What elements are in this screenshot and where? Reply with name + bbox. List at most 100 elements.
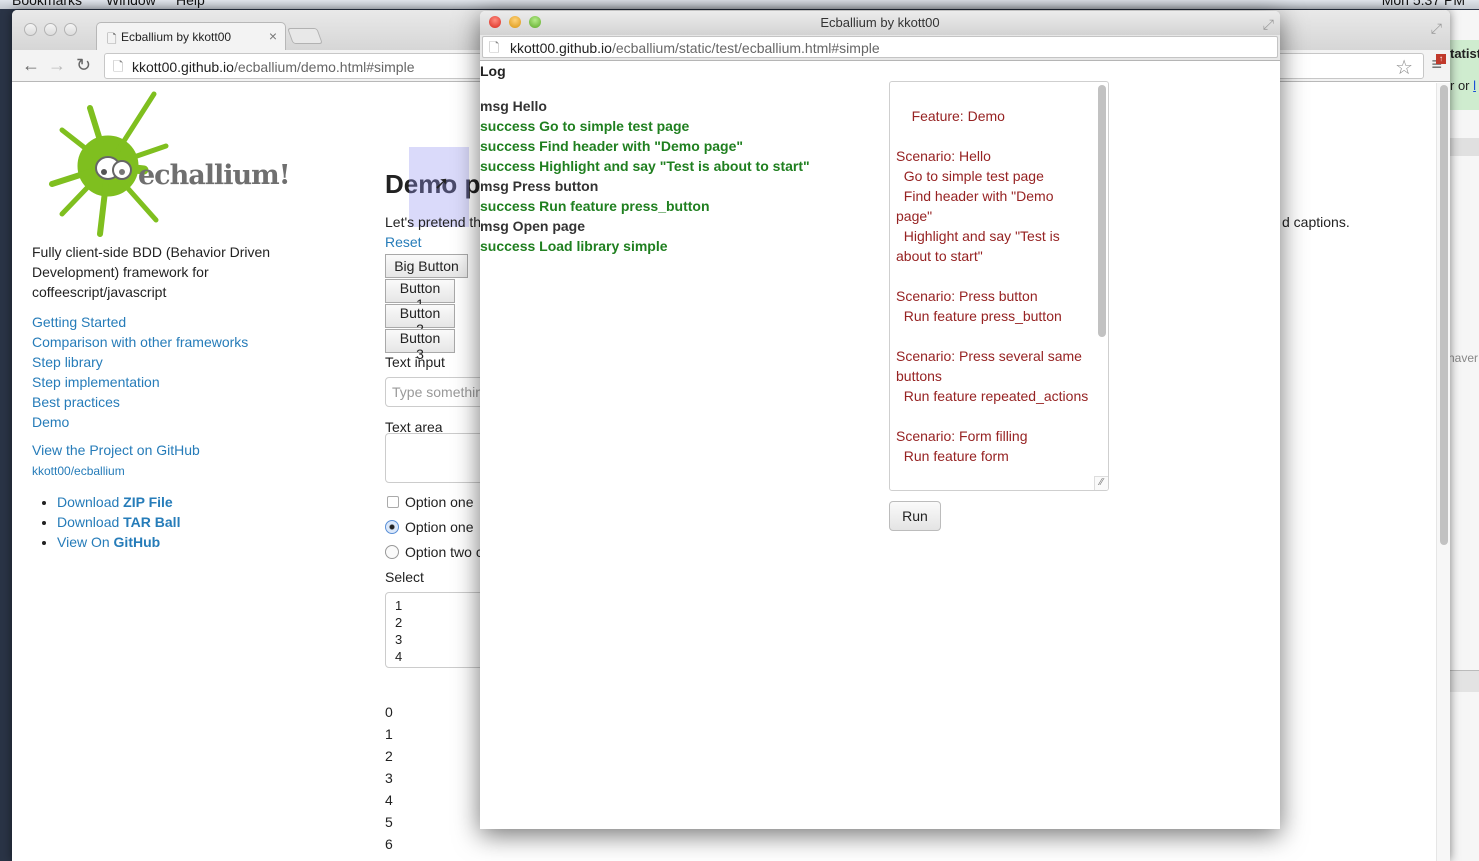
new-tab-button[interactable]	[287, 28, 323, 44]
forward-button[interactable]: →	[48, 55, 66, 76]
bookmark-star-icon[interactable]: ☆	[1395, 55, 1413, 80]
option-one-checkbox[interactable]	[387, 496, 399, 508]
page-icon: 🗋	[107, 32, 117, 46]
page-icon: 🗋	[489, 40, 500, 55]
sidebar-link-comparison[interactable]: Comparison with other frameworks	[32, 332, 248, 352]
option-one-radio[interactable]	[385, 520, 399, 534]
download-tar-link[interactable]: Download TAR Ball	[57, 514, 180, 530]
project-description: Fully client-side BDD (Behavior Driven D…	[32, 244, 271, 300]
popup-title: Ecballium by kkott00	[820, 15, 940, 30]
resize-grip-icon[interactable]: ⁄⁄	[1094, 476, 1108, 490]
popup-url-host: kkott00.github.io	[510, 40, 612, 56]
fullscreen-icon[interactable]: ⤢	[1431, 20, 1442, 37]
log-entry-success: success Go to simple test page	[480, 118, 690, 134]
download-tar-item[interactable]: Download TAR Ball	[57, 512, 180, 532]
sidebar-link-getting-started[interactable]: Getting Started	[32, 312, 248, 332]
tab-title: Ecballium by kkott00	[121, 30, 232, 44]
demo-intro-tail: d captions.	[1282, 214, 1350, 230]
download-tar-prefix: Download	[57, 514, 124, 530]
popup-minimize-button[interactable]	[509, 16, 521, 28]
number-item: 1	[385, 726, 393, 742]
popup-zoom-button[interactable]	[529, 16, 541, 28]
text-input-label: Text input	[385, 354, 445, 370]
github-project-link[interactable]: View the Project on GitHub	[32, 442, 200, 458]
popup-titlebar: Ecballium by kkott00 ⤢	[480, 11, 1280, 35]
background-side-fragment: naver	[1448, 351, 1479, 365]
download-zip-item[interactable]: Download ZIP File	[57, 492, 180, 512]
back-button[interactable]: ←	[22, 55, 40, 76]
reload-button[interactable]: ↻	[76, 55, 91, 76]
menu-help[interactable]: Help	[176, 0, 205, 8]
number-item: 2	[385, 748, 393, 764]
background-link[interactable]: l	[1473, 78, 1476, 93]
number-item: 0	[385, 704, 393, 720]
demo-intro-text: Let's pretend th	[385, 214, 482, 230]
window-zoom-button[interactable]	[64, 23, 77, 36]
menu-window[interactable]: Window	[106, 0, 156, 8]
number-item: 3	[385, 770, 393, 786]
mouse-cursor-icon: ➚	[434, 173, 450, 193]
log-entry-msg: msg Open page	[480, 218, 586, 234]
view-github-link[interactable]: View On GitHub	[57, 534, 160, 550]
download-tar-bold: TAR Ball	[123, 514, 181, 530]
background-text: r or	[1450, 78, 1474, 93]
popup-fullscreen-icon[interactable]: ⤢	[1263, 13, 1274, 36]
background-bar-bottom	[1450, 670, 1479, 692]
tab-close-icon[interactable]: ×	[269, 28, 277, 44]
ecballium-popup-window: Ecballium by kkott00 ⤢ 🗋 kkott00.github.…	[480, 11, 1280, 829]
log-list: msg Hello success Go to simple test page…	[480, 96, 810, 256]
page-scrollbar[interactable]	[1436, 83, 1450, 861]
view-github-prefix: View On	[57, 534, 114, 550]
feature-text: Feature: Demo Scenario: Hello Go to simp…	[896, 108, 1089, 464]
popup-close-button[interactable]	[489, 16, 501, 28]
log-entry-msg: msg Hello	[480, 98, 547, 114]
sidebar-link-best-practices[interactable]: Best practices	[32, 392, 248, 412]
background-heading-fragment: tatist	[1450, 46, 1479, 61]
radio-two-label: Option two c	[405, 544, 483, 560]
menubar-clock[interactable]: Mon 5:37 PM	[1382, 0, 1465, 8]
popup-url-path: /ecballium/static/test/ecballium.html#si…	[611, 40, 880, 56]
os-menubar: Bookmarks Window Help Mon 5:37 PM	[0, 0, 1479, 9]
number-list: 0 1 2 3 4 5 6	[385, 701, 393, 855]
background-bar	[1450, 138, 1479, 156]
radio-one-label: Option one	[405, 519, 474, 535]
logo-wordmark: echallium!	[138, 160, 291, 191]
number-item: 4	[385, 792, 393, 808]
address-url[interactable]: kkott00.github.io/ecballium/demo.html#si…	[132, 59, 415, 75]
sidebar-link-step-implementation[interactable]: Step implementation	[32, 372, 248, 392]
view-github-item[interactable]: View On GitHub	[57, 532, 180, 552]
download-zip-prefix: Download	[57, 494, 124, 510]
number-item: 5	[385, 814, 393, 830]
log-entry-success: success Highlight and say "Test is about…	[480, 158, 810, 174]
big-button[interactable]: Big Button	[385, 254, 468, 278]
browser-tab[interactable]: 🗋 Ecballium by kkott00 ×	[96, 22, 286, 50]
background-text-fragment: r or l	[1450, 78, 1476, 93]
github-repo-link[interactable]: kkott00/ecballium	[32, 464, 125, 478]
select-label: Select	[385, 569, 424, 585]
window-close-button[interactable]	[24, 23, 37, 36]
number-item: 6	[385, 836, 393, 852]
popup-url[interactable]: kkott00.github.io/ecballium/static/test/…	[510, 40, 880, 56]
button-2[interactable]: Button 2	[385, 304, 455, 337]
update-badge-icon: ↑	[1436, 54, 1446, 64]
window-minimize-button[interactable]	[44, 23, 57, 36]
feature-scrollbar-thumb[interactable]	[1098, 85, 1106, 337]
sidebar-nav: Getting Started Comparison with other fr…	[32, 312, 248, 432]
popup-url-field[interactable]: 🗋 kkott00.github.io/ecballium/static/tes…	[482, 36, 1278, 58]
sidebar-link-step-library[interactable]: Step library	[32, 352, 248, 372]
checkbox-label: Option one	[405, 494, 474, 510]
page-icon: 🗋	[113, 59, 124, 74]
option-two-radio[interactable]	[385, 545, 399, 559]
log-heading: Log	[480, 63, 506, 79]
reset-link[interactable]: Reset	[385, 234, 422, 250]
button-1[interactable]: Button 1	[385, 279, 455, 312]
menu-bookmarks[interactable]: Bookmarks	[12, 0, 82, 8]
feature-textarea[interactable]: Feature: Demo Scenario: Hello Go to simp…	[889, 81, 1109, 491]
log-entry-msg: msg Press button	[480, 178, 599, 194]
scrollbar-thumb[interactable]	[1440, 85, 1448, 545]
sidebar-link-demo[interactable]: Demo	[32, 412, 248, 432]
popup-address-bar: 🗋 kkott00.github.io/ecballium/static/tes…	[480, 35, 1280, 61]
button-3[interactable]: Button 3	[385, 329, 455, 362]
download-zip-link[interactable]: Download ZIP File	[57, 494, 173, 510]
run-button[interactable]: Run	[889, 501, 941, 531]
